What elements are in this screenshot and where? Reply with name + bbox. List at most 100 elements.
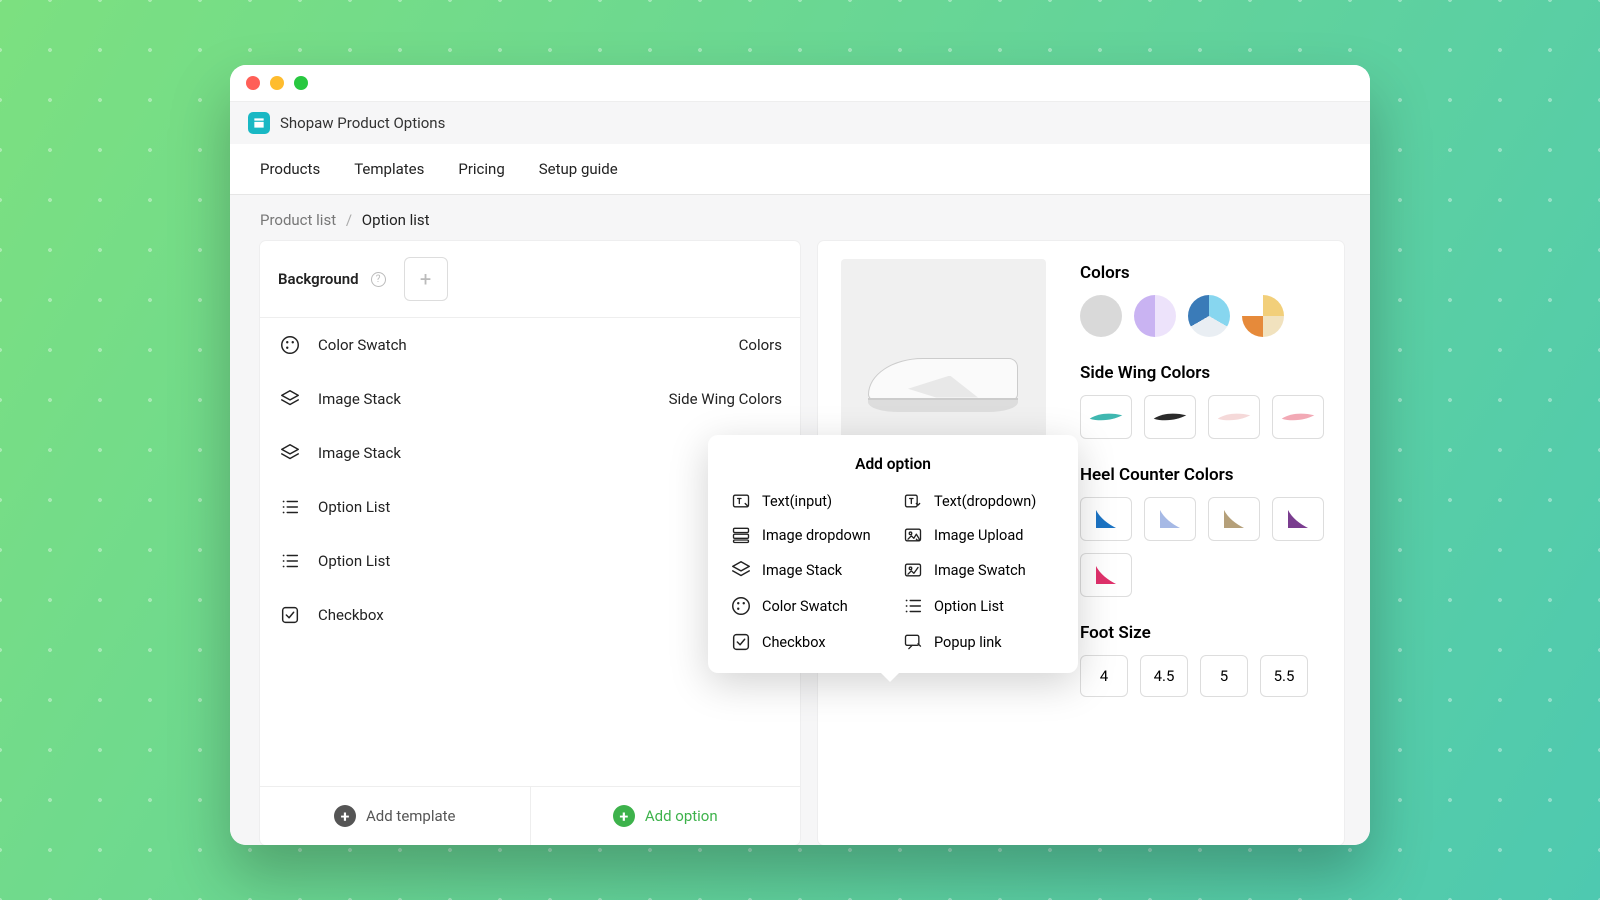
option-row[interactable]: Image Stack Side Wing Colors [260,372,800,426]
heel-heading: Heel Counter Colors [1080,465,1324,485]
add-template-button[interactable]: + Add template [260,787,531,845]
popup-option-text[interactable]: Text(input) [730,491,884,511]
popup-option-label: Option List [934,598,1004,615]
window-zoom-button[interactable] [294,76,308,90]
side-wing-heading: Side Wing Colors [1080,363,1324,383]
popup-option-label: Popup link [934,634,1002,651]
option-value: Colors [739,336,782,354]
tab-products[interactable]: Products [260,160,320,178]
plus-icon: + [613,805,635,827]
popup-option-stack[interactable]: Image Stack [730,559,884,581]
add-option-popup: Add option Text(input) Text(dropdown) Imag… [708,435,1078,673]
heel-thumb[interactable] [1208,497,1260,541]
foot-size-heading: Foot Size [1080,623,1324,643]
titlebar [230,65,1370,101]
heel-thumb[interactable] [1080,497,1132,541]
foot-size-option[interactable]: 5 [1200,655,1248,697]
help-icon[interactable]: ? [371,272,386,287]
tab-pricing[interactable]: Pricing [458,160,504,178]
stack-icon [278,388,302,410]
popup-option-label: Image Upload [934,527,1023,544]
color-swatch[interactable] [1188,295,1230,337]
checkbox-icon [278,604,302,626]
product-preview-image [841,259,1046,464]
app-window: Shopaw Product Options Products Template… [230,65,1370,845]
foot-size-option[interactable]: 5.5 [1260,655,1308,697]
add-option-label: Add option [645,807,718,825]
checkbox-icon [730,631,752,653]
app-title: Shopaw Product Options [280,114,445,132]
main-tabs: Products Templates Pricing Setup guide [230,144,1370,195]
option-type: Image Stack [318,390,669,408]
breadcrumb-parent[interactable]: Product list [260,211,336,229]
foot-size-option[interactable]: 4 [1080,655,1128,697]
product-options-column: Colors Side Wing Colors Heel Counter Col… [1080,259,1324,827]
popup-option-popup[interactable]: Popup link [902,631,1056,653]
color-swatch[interactable] [1242,295,1284,337]
popup-option-swatch[interactable]: Image Swatch [902,559,1056,581]
popup-option-label: Image Swatch [934,562,1026,579]
imgdrop-icon [730,525,752,545]
list-icon [902,595,924,617]
content-area: Background ? + Color Swatch Colors Image… [230,241,1370,845]
popup-option-label: Color Swatch [762,598,848,615]
window-close-button[interactable] [246,76,260,90]
foot-size-option[interactable]: 4.5 [1140,655,1188,697]
textdrop-icon [902,491,924,511]
upload-icon [902,525,924,545]
heel-thumb[interactable] [1272,497,1324,541]
app-header: Shopaw Product Options [230,101,1370,144]
color-swatch[interactable] [1134,295,1176,337]
popup-option-checkbox[interactable]: Checkbox [730,631,884,653]
popup-option-palette[interactable]: Color Swatch [730,595,884,617]
side-wing-thumb[interactable] [1144,395,1196,439]
list-icon [278,496,302,518]
side-wing-thumb[interactable] [1208,395,1260,439]
tab-setup[interactable]: Setup guide [539,160,618,178]
heel-thumb[interactable] [1144,497,1196,541]
heel-thumbs [1080,497,1324,597]
color-swatch[interactable] [1080,295,1122,337]
popup-option-imgdrop[interactable]: Image dropdown [730,525,884,545]
plus-icon: + [334,805,356,827]
add-option-button[interactable]: + Add option [531,787,801,845]
popup-option-label: Image Stack [762,562,842,579]
popup-option-label: Text(input) [762,493,832,510]
colors-heading: Colors [1080,263,1324,283]
option-row[interactable]: Color Swatch Colors [260,318,800,372]
popup-option-label: Image dropdown [762,527,871,544]
side-wing-thumbs [1080,395,1324,439]
side-wing-thumb[interactable] [1080,395,1132,439]
background-label: Background [278,270,359,288]
window-minimize-button[interactable] [270,76,284,90]
popup-title: Add option [730,455,1056,473]
breadcrumb-separator: / [346,211,352,229]
background-add-button[interactable]: + [404,257,448,301]
foot-size-boxes: 4 4.5 5 5.5 [1080,655,1324,697]
list-icon [278,550,302,572]
option-value: Side Wing Colors [669,390,782,408]
add-template-label: Add template [366,807,456,825]
colors-swatches [1080,295,1324,337]
popup-option-label: Checkbox [762,634,826,651]
background-row: Background ? + [260,241,800,318]
side-wing-thumb[interactable] [1272,395,1324,439]
swatch-icon [902,560,924,580]
stack-icon [730,559,752,581]
tab-templates[interactable]: Templates [354,160,424,178]
palette-icon [730,595,752,617]
app-logo-icon [248,112,270,134]
popup-option-upload[interactable]: Image Upload [902,525,1056,545]
panel-footer: + Add template + Add option [260,786,800,845]
option-type: Color Swatch [318,336,739,354]
popup-option-label: Text(dropdown) [934,493,1036,510]
popup-option-list[interactable]: Option List [902,595,1056,617]
sneaker-illustration [868,342,1018,412]
popup-icon [902,632,924,652]
breadcrumb-current: Option list [362,211,430,229]
palette-icon [278,334,302,356]
heel-thumb[interactable] [1080,553,1132,597]
stack-icon [278,442,302,464]
breadcrumb: Product list / Option list [230,195,1370,241]
popup-option-textdrop[interactable]: Text(dropdown) [902,491,1056,511]
